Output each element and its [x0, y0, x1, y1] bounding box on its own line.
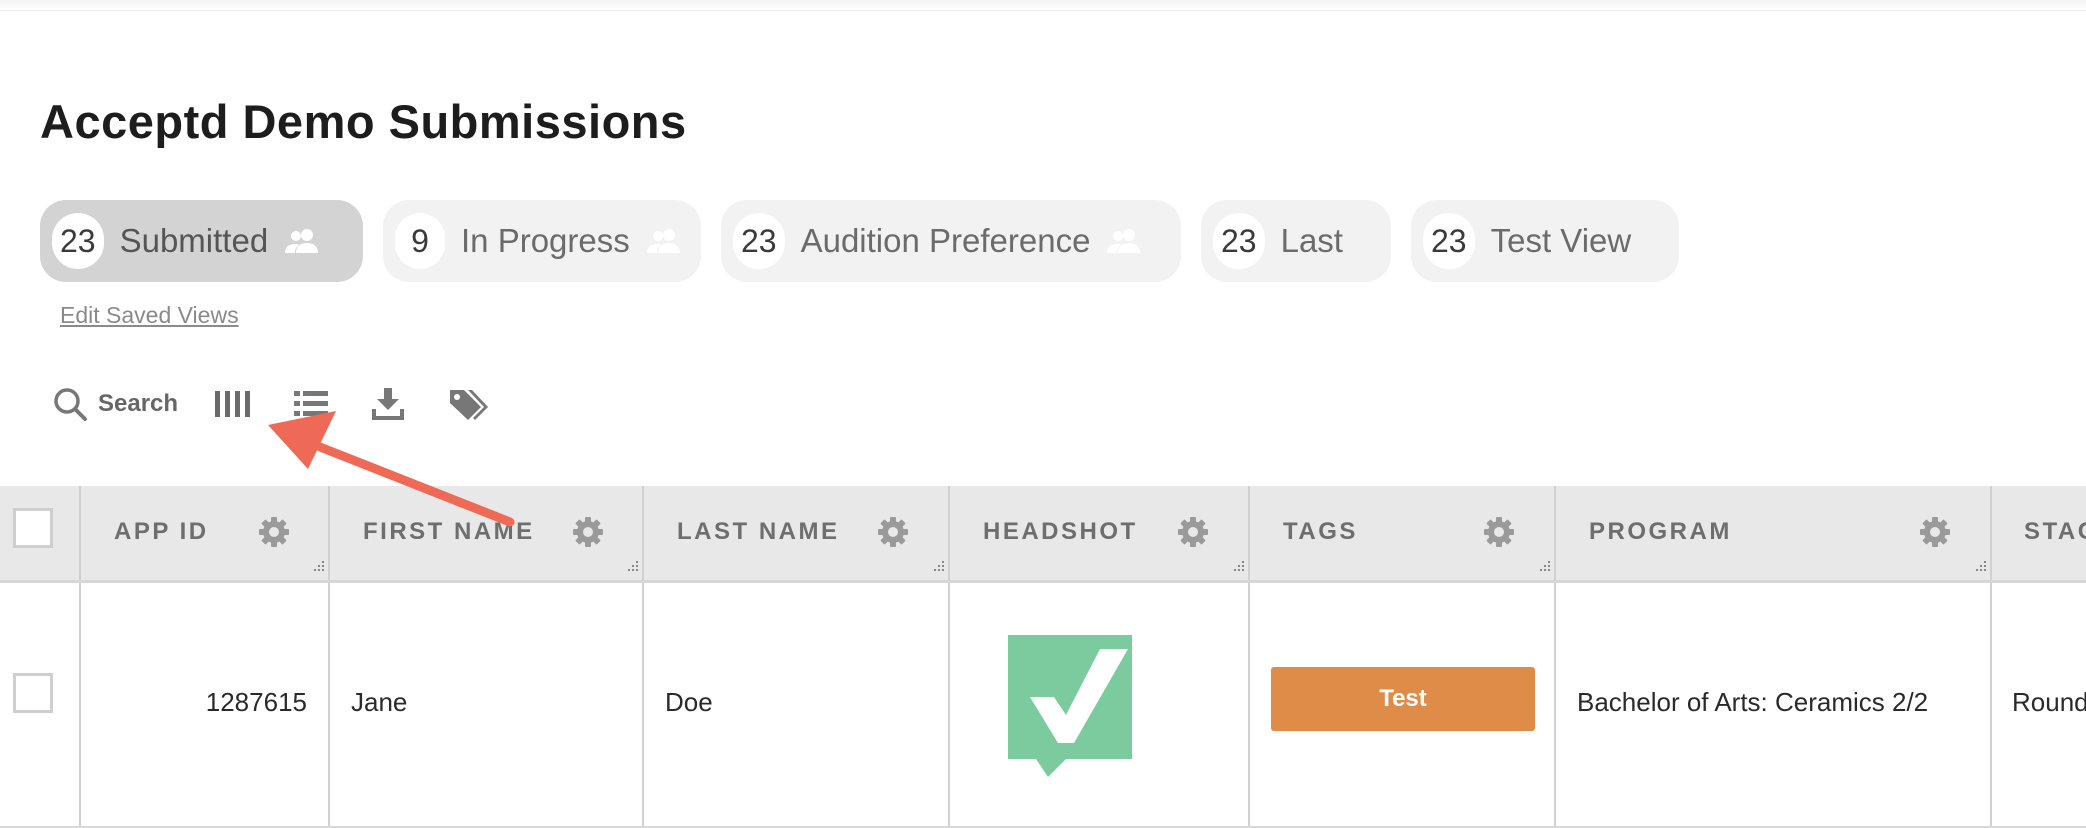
table-row[interactable]: 1287615 Jane Doe Test Bachelor of Arts: … [0, 583, 2086, 828]
column-label: APP ID [114, 518, 209, 545]
select-all-checkbox[interactable] [13, 508, 53, 548]
search-label: Search [98, 390, 179, 417]
table-header: APP ID FIRST NAME LAST NAME HEADSHOT TAG… [0, 486, 2086, 583]
tag-badge[interactable]: Test [1271, 667, 1535, 731]
row-select-cell [0, 583, 81, 826]
cell-first-name: Jane [330, 583, 644, 826]
resize-handle[interactable] [312, 559, 326, 578]
view-count: 9 [395, 213, 445, 269]
columns-button[interactable] [214, 389, 252, 419]
search-button[interactable]: Search [52, 386, 178, 422]
view-tab-test-view[interactable]: 23 Test View [1411, 200, 1679, 282]
users-icon [1106, 228, 1142, 254]
tag-icon [448, 387, 489, 421]
gear-icon[interactable] [1919, 516, 1951, 553]
cell-last-name: Doe [644, 583, 950, 826]
gear-icon[interactable] [572, 516, 604, 553]
list-icon [294, 389, 329, 419]
list-view-button[interactable] [294, 389, 329, 419]
column-label: TAGS [1283, 518, 1358, 545]
column-label: LAST NAME [677, 518, 840, 545]
gear-icon[interactable] [877, 516, 909, 553]
column-header-tags[interactable]: TAGS [1250, 486, 1556, 580]
resize-handle[interactable] [1538, 559, 1552, 578]
users-icon [646, 228, 682, 254]
view-label: In Progress [461, 222, 630, 259]
column-header-last-name[interactable]: LAST NAME [644, 486, 950, 580]
column-label: STAGE [2024, 518, 2086, 545]
view-tab-audition-preference[interactable]: 23 Audition Preference [721, 200, 1181, 282]
submissions-table: APP ID FIRST NAME LAST NAME HEADSHOT TAG… [0, 486, 2086, 828]
column-header-app-id[interactable]: APP ID [81, 486, 330, 580]
edit-saved-views-link[interactable]: Edit Saved Views [60, 302, 239, 329]
cell-app-id: 1287615 [81, 583, 330, 826]
download-button[interactable] [372, 387, 405, 421]
row-checkbox[interactable] [13, 673, 53, 713]
headshot-logo-image[interactable] [1008, 635, 1132, 777]
first-name-value: Jane [351, 687, 408, 717]
resize-handle[interactable] [626, 559, 640, 578]
cell-headshot [950, 583, 1250, 826]
stage-value: Round [2012, 687, 2086, 717]
gear-icon[interactable] [258, 516, 290, 553]
view-tab-last[interactable]: 23 Last [1201, 200, 1391, 282]
top-bar [0, 0, 2086, 11]
toolbar: Search [52, 382, 489, 426]
resize-handle[interactable] [932, 559, 946, 578]
view-label: Submitted [119, 222, 269, 259]
view-count: 23 [52, 213, 104, 269]
columns-icon [214, 389, 252, 419]
view-count: 23 [733, 213, 785, 269]
view-label: Last [1280, 222, 1343, 259]
saved-views: 23 Submitted 9 In Progress 23 Audition P… [40, 200, 1679, 282]
column-header-headshot[interactable]: HEADSHOT [950, 486, 1250, 580]
cell-tags: Test [1250, 583, 1556, 826]
gear-icon[interactable] [1483, 516, 1515, 553]
resize-handle[interactable] [1232, 559, 1246, 578]
view-tab-submitted[interactable]: 23 Submitted [40, 200, 363, 282]
users-icon [284, 228, 320, 254]
view-label: Audition Preference [800, 222, 1091, 259]
column-label: HEADSHOT [983, 518, 1138, 545]
cell-stage: Round [1992, 583, 2086, 826]
page-title: Acceptd Demo Submissions [40, 95, 687, 148]
tags-button[interactable] [448, 387, 489, 421]
view-count: 23 [1213, 213, 1265, 269]
view-count: 23 [1423, 213, 1475, 269]
header-select-cell [0, 486, 81, 580]
resize-handle[interactable] [1974, 559, 1988, 578]
view-label: Test View [1490, 222, 1632, 259]
last-name-value: Doe [665, 687, 713, 717]
gear-icon[interactable] [1177, 516, 1209, 553]
cell-program: Bachelor of Arts: Ceramics 2/2 [1556, 583, 1992, 826]
column-label: PROGRAM [1589, 518, 1732, 545]
column-header-first-name[interactable]: FIRST NAME [330, 486, 644, 580]
download-icon [372, 387, 405, 421]
view-tab-in-progress[interactable]: 9 In Progress [383, 200, 701, 282]
column-header-stage[interactable]: STAGE [1992, 486, 2086, 580]
column-label: FIRST NAME [363, 518, 535, 545]
search-icon [52, 386, 88, 422]
program-value: Bachelor of Arts: Ceramics 2/2 [1577, 687, 1929, 717]
app-id-value: 1287615 [205, 687, 307, 717]
column-header-program[interactable]: PROGRAM [1556, 486, 1992, 580]
